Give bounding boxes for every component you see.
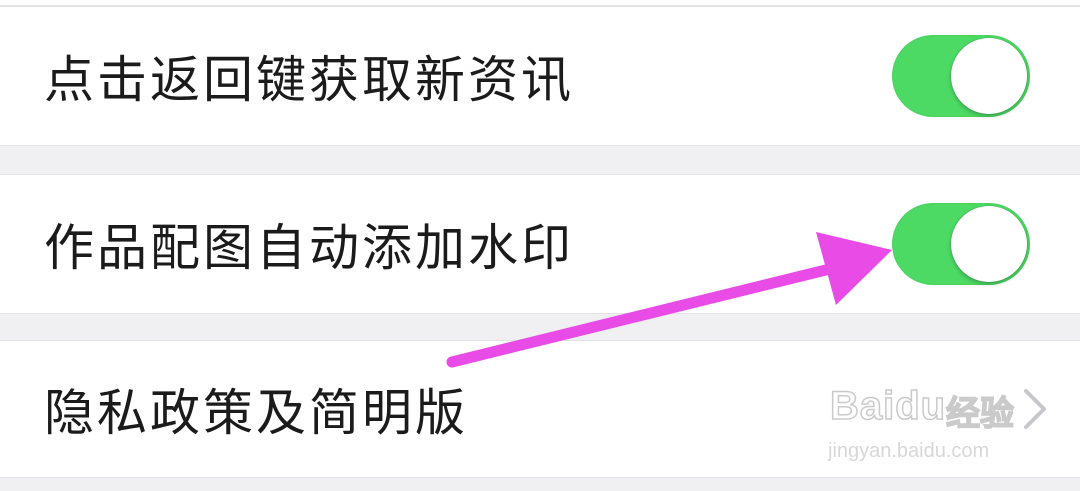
settings-row-back-key-refresh[interactable]: 点击返回键获取新资讯 — [0, 6, 1080, 146]
watermark-brand-cn: 经验 — [945, 393, 1015, 435]
watermark-brand: Baidu — [829, 383, 947, 429]
back-key-refresh-toggle[interactable] — [892, 35, 1030, 117]
settings-row-label: 点击返回键获取新资讯 — [44, 51, 574, 109]
toggle-knob — [951, 38, 1027, 114]
watermark-url: jingyan.baidu.com — [828, 440, 990, 462]
toggle-knob — [951, 206, 1027, 282]
settings-row-label: 作品配图自动添加水印 — [44, 219, 574, 277]
settings-row-label: 隐私政策及简明版 — [44, 384, 468, 442]
auto-watermark-toggle[interactable] — [892, 203, 1030, 285]
baidu-jingyan-watermark: Baidu 经验 jingyan.baidu.com — [826, 378, 1026, 468]
settings-row-auto-watermark[interactable]: 作品配图自动添加水印 — [0, 174, 1080, 314]
